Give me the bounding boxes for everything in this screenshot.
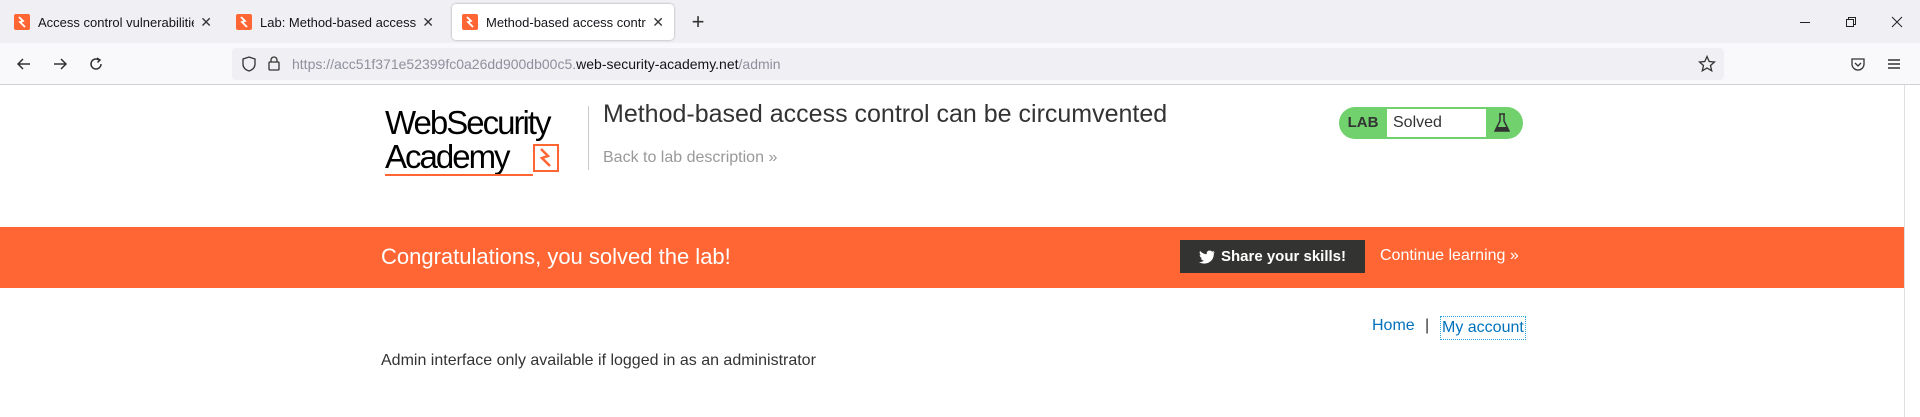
close-window-icon[interactable] [1874, 0, 1920, 43]
browser-tab-bar: Access control vulnerabilities an ✕ Lab:… [0, 0, 1920, 43]
congratulations-message: Congratulations, you solved the lab! [381, 244, 731, 269]
home-link[interactable]: Home [1372, 317, 1415, 335]
double-chevron-icon: » [1509, 247, 1519, 264]
pocket-icon[interactable] [1842, 48, 1874, 80]
logo-text-line1: WebSecurity [385, 104, 551, 141]
header-divider [588, 106, 589, 170]
minimize-icon[interactable] [1782, 0, 1828, 43]
share-your-skills-button[interactable]: Share your skills! [1180, 240, 1365, 273]
close-tab-icon[interactable]: ✕ [422, 14, 434, 31]
restore-icon[interactable] [1828, 0, 1874, 43]
forward-arrow-icon[interactable] [44, 48, 76, 80]
share-button-label: Share your skills! [1220, 248, 1347, 265]
browser-nav-bar: https://acc51f371e52399fc0a26dd900db00c5… [0, 43, 1920, 85]
portswigger-favicon-icon [14, 14, 30, 30]
logo-text-line2: Academy [385, 138, 511, 175]
solved-notification-banner: Congratulations, you solved the lab! Sha… [0, 227, 1904, 288]
reload-icon[interactable] [80, 48, 112, 80]
logo-bolt-icon [533, 144, 559, 172]
browser-tab-access-control[interactable]: Access control vulnerabilities an ✕ [4, 4, 222, 40]
lab-status-text: Solved [1387, 109, 1486, 137]
lab-title: Method-based access control can be circu… [603, 100, 1168, 128]
continue-learning-link[interactable]: Continue learning » [1380, 247, 1519, 265]
shield-icon[interactable] [242, 56, 256, 77]
browser-tab-lab[interactable]: Lab: Method-based access cont ✕ [226, 4, 444, 40]
back-to-lab-description-link[interactable]: Back to lab description » [603, 149, 777, 167]
close-tab-icon[interactable]: ✕ [200, 14, 212, 31]
close-tab-icon[interactable]: ✕ [652, 14, 664, 31]
tab-title: Access control vulnerabilities an [38, 14, 194, 30]
url-domain: web-security-academy.net [576, 56, 739, 72]
admin-interface-message: Admin interface only available if logged… [381, 352, 816, 369]
url-prefix: https://acc51f371e52399fc0a26dd900db00c5… [292, 56, 577, 72]
continue-learning-label: Continue learning [1380, 247, 1506, 264]
bookmark-star-icon[interactable] [1697, 54, 1717, 78]
lock-icon[interactable] [268, 55, 280, 76]
menu-icon[interactable] [1878, 48, 1910, 80]
portswigger-favicon-icon [462, 14, 478, 30]
double-chevron-icon: » [768, 149, 778, 166]
tab-title: Method-based access control c [486, 14, 646, 30]
tab-title: Lab: Method-based access cont [260, 14, 417, 30]
logo-underline [385, 174, 533, 176]
lab-status-badge: LAB Solved [1339, 107, 1523, 139]
url-text: https://acc51f371e52399fc0a26dd900db00c5… [292, 56, 781, 72]
browser-tab-active[interactable]: Method-based access control c ✕ [452, 4, 674, 40]
lab-badge-label: LAB [1347, 114, 1379, 131]
portswigger-favicon-icon [236, 14, 252, 30]
page-scrollbar[interactable] [1904, 85, 1920, 417]
my-account-link[interactable]: My account [1440, 316, 1526, 340]
nav-separator: | [1425, 317, 1430, 334]
new-tab-button[interactable]: + [684, 8, 712, 36]
web-security-academy-logo[interactable]: WebSecurity Academy [385, 106, 585, 178]
back-arrow-icon[interactable] [8, 48, 40, 80]
flask-icon [1488, 107, 1516, 139]
url-path: /admin [738, 56, 781, 72]
address-bar[interactable]: https://acc51f371e52399fc0a26dd900db00c5… [232, 48, 1724, 80]
twitter-icon [1198, 250, 1215, 264]
back-link-label: Back to lab description [603, 149, 764, 166]
